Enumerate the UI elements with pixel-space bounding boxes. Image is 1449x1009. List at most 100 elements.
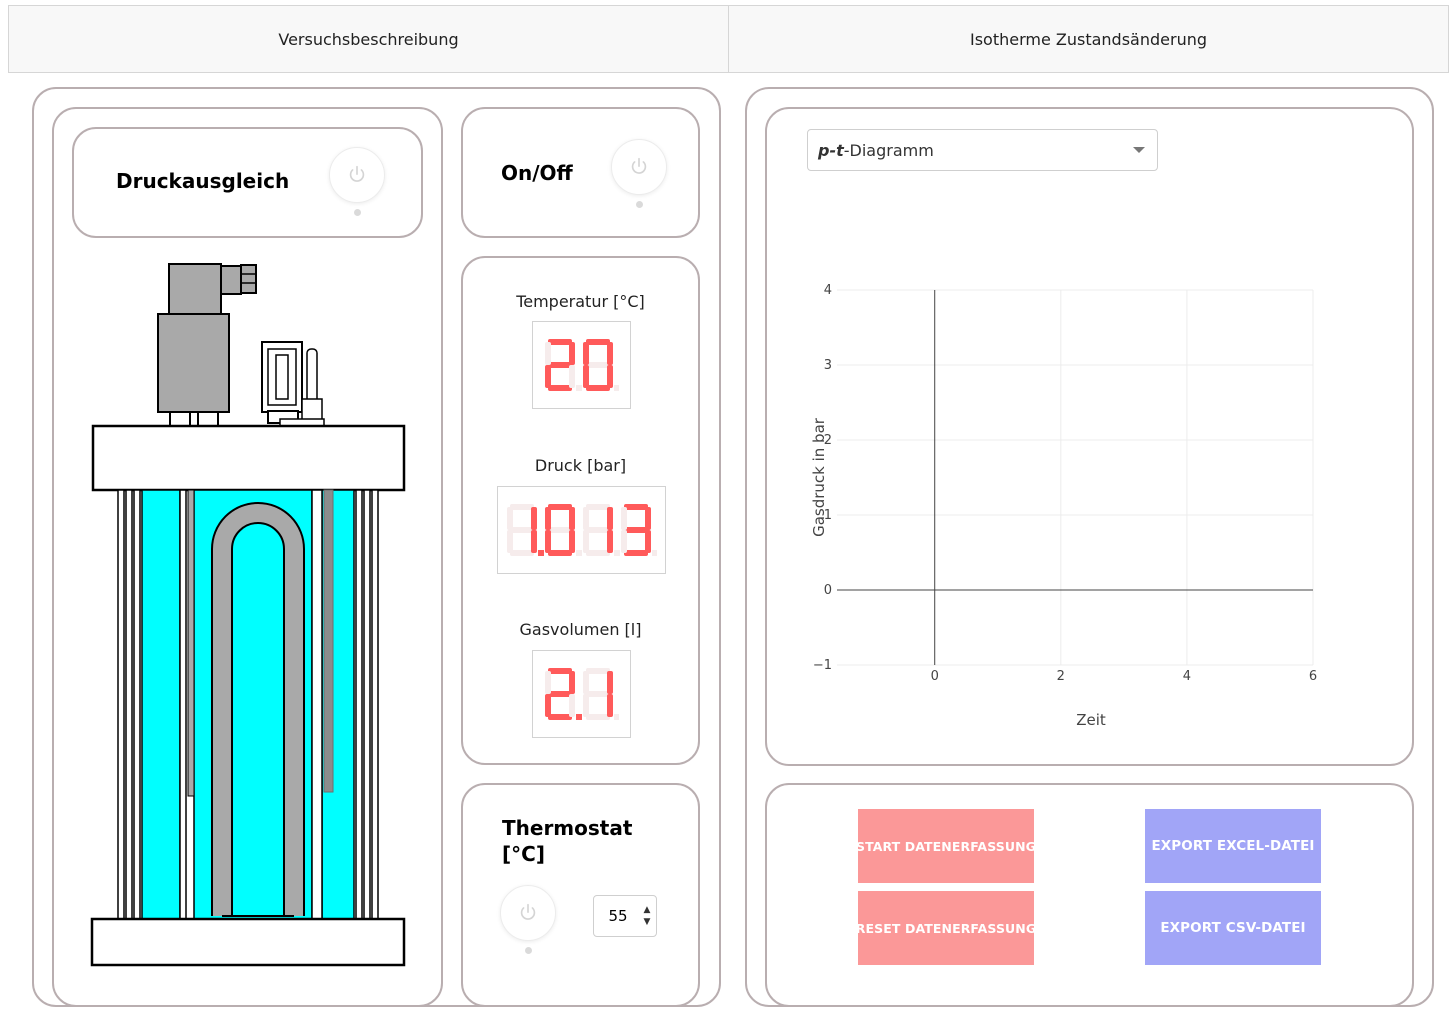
onoff-indicator-led [636,201,643,208]
y-tick-label: 3 [824,358,832,373]
display-segment [585,362,610,368]
x-tick-label: 4 [1183,669,1191,684]
display-segment [585,504,610,510]
y-tick-label: 4 [824,283,832,298]
thermostat-setpoint-stepper[interactable]: 55 ▲ ▼ [593,895,657,937]
display-segment [509,504,534,510]
thermostat-card: Thermostat [°C] 55 ▲ ▼ [461,783,700,1007]
pressure-label: Druck [bar] [534,456,627,475]
display-decimal-point [651,550,657,556]
tab-bar: Versuchsbeschreibung Isotherme Zustandsä… [8,5,1449,73]
power-icon [349,165,365,182]
x-axis-title: Zeit [1076,711,1106,729]
display-segment [606,342,613,365]
display-segment [568,342,575,365]
pressure-value-digits [506,504,657,556]
y-tick-label: 0 [824,583,832,598]
display-segment [544,507,551,530]
apparatus-card: Druckausgleich [52,107,443,1007]
x-tick-label: 0 [931,669,939,684]
tab-isotherme-zustandsaenderung[interactable]: Isotherme Zustandsänderung [728,6,1448,72]
display-segment [585,550,610,556]
display-segment [606,507,613,530]
gas-volume-value-digits [544,668,619,720]
display-segment [585,527,610,533]
stepper-down-icon[interactable]: ▼ [644,916,651,928]
x-tick-label: 2 [1057,669,1065,684]
onoff-label: On/Off [501,161,573,185]
onoff-power-button[interactable] [611,139,667,195]
display-segment [606,530,613,553]
display-segment [582,365,589,388]
display-segment [547,550,572,556]
display-segment [582,694,589,717]
display-segment [606,365,613,388]
display-segment [606,671,613,694]
display-segment [547,385,572,391]
gas-volume-label: Gasvolumen [l] [519,620,642,639]
display-segment [582,671,589,694]
thermostat-setpoint-value[interactable]: 55 [594,907,638,925]
display-segment [568,694,575,717]
temperature-label: Temperatur [°C] [516,292,645,311]
reset-datenerfassung-button[interactable]: RESET DATENERFASSUNG [858,891,1034,965]
display-segment [544,530,551,553]
display-segment [568,365,575,388]
display-decimal-point [613,385,619,391]
display-segment [623,550,648,556]
pt-chart[interactable]: −1012340 2 4 6ZeitGasdruck in bar [767,109,1412,764]
display-segment [568,530,575,553]
thermostat-label: Thermostat [°C] [502,815,632,867]
temperature-value-digits [544,339,619,391]
export-csv-button[interactable]: EXPORT CSV-DATEI [1145,891,1321,965]
measurements-card: Temperatur [°C] Druck [bar] Gasvolumen [… [461,256,700,765]
onoff-card: On/Off [461,107,700,238]
display-segment [547,527,572,533]
thermostat-indicator-led [525,947,532,954]
display-decimal-point [575,385,582,391]
display-segment [582,507,589,530]
display-decimal-point [537,550,544,556]
display-segment [506,530,513,553]
druckausgleich-power-button[interactable] [329,147,385,203]
display-decimal-point [575,550,582,556]
chart-card: p-t-Diagramm −1 0 1 2 3 4 0 2 4 6 Zeit Gasdruck in … [765,107,1414,766]
display-segment [547,362,572,368]
pressure-vessel-illustration [90,263,406,967]
display-segment [530,530,537,553]
display-segment [620,507,627,530]
stepper-up-icon[interactable]: ▲ [644,904,651,916]
start-datenerfassung-button[interactable]: START DATENERFASSUNG [858,809,1034,883]
display-segment [585,339,610,345]
display-segment [582,530,589,553]
temperature-display [532,321,631,409]
display-segment [585,385,610,391]
gas-volume-display [532,650,631,738]
display-segment [606,694,613,717]
power-icon [520,903,536,920]
display-segment [544,365,551,388]
display-segment [506,507,513,530]
display-decimal-point [613,714,619,720]
thermostat-power-button[interactable] [500,885,556,941]
display-segment [620,530,627,553]
display-segment [644,530,651,553]
y-tick-label: −1 [813,658,832,673]
x-tick-label: 6 [1309,669,1317,684]
tab-versuchsbeschreibung[interactable]: Versuchsbeschreibung [9,6,728,72]
display-segment [568,507,575,530]
export-excel-button[interactable]: EXPORT EXCEL-DATEI [1145,809,1321,883]
display-segment [547,691,572,697]
display-segment [585,691,610,697]
display-segment [623,504,648,510]
power-icon [631,157,647,174]
display-segment [544,342,551,365]
y-axis-title: Gasdruck in bar [810,417,828,537]
stepper-arrows[interactable]: ▲ ▼ [638,904,656,928]
display-segment [530,507,537,530]
display-segment [509,550,534,556]
display-segment [547,504,572,510]
display-segment [644,507,651,530]
druckausgleich-indicator-led [354,209,361,216]
display-segment [509,527,534,533]
